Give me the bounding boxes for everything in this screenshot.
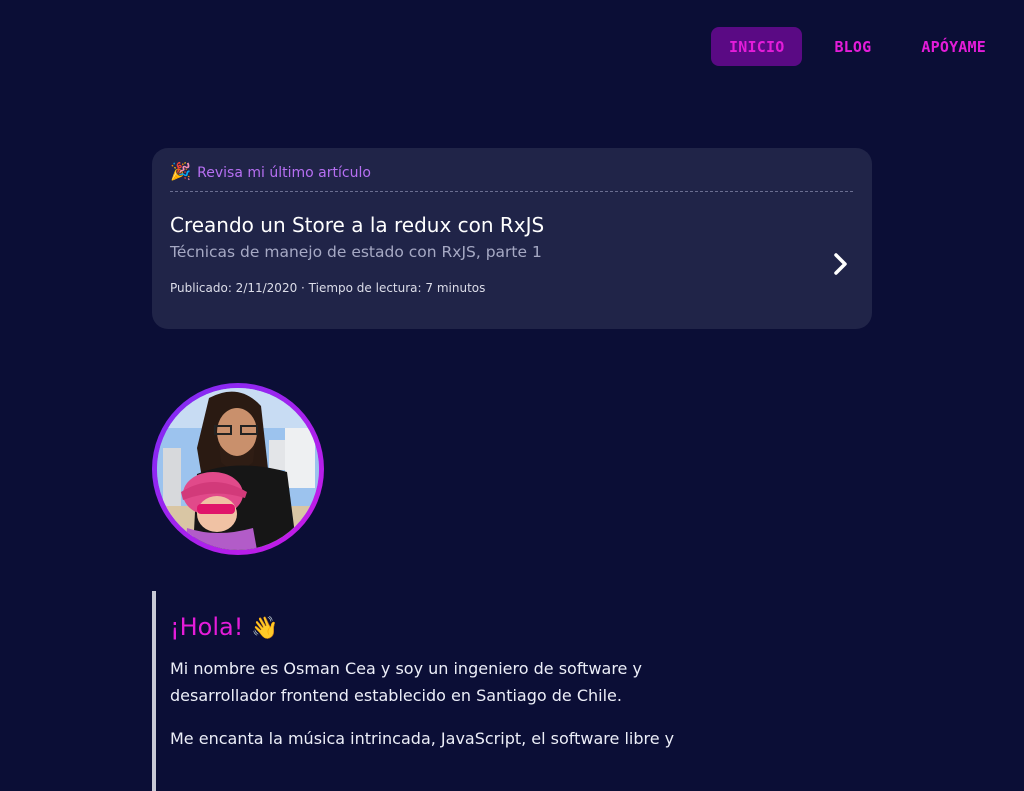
main-nav: INICIO BLOG APÓYAME (697, 27, 1004, 66)
nav-apoyame[interactable]: APÓYAME (903, 27, 1004, 66)
latest-article-meta: Publicado: 2/11/2020 · Tiempo de lectura… (170, 281, 486, 295)
greeting-heading: ¡Hola! 👋 (170, 613, 692, 641)
avatar (152, 383, 324, 555)
nav-blog[interactable]: BLOG (816, 27, 889, 66)
latest-article-subtitle: Técnicas de manejo de estado con RxJS, p… (170, 243, 542, 261)
chevron-right-icon[interactable] (832, 252, 850, 276)
intro-section: ¡Hola! 👋 Mi nombre es Osman Cea y soy un… (152, 591, 692, 791)
intro-paragraph-2: Me encanta la música intrincada, JavaScr… (170, 729, 675, 748)
latest-article-heading-label: Revisa mi último artículo (197, 164, 371, 181)
latest-article-card[interactable]: 🎉 Revisa mi último artículo Creando un S… (152, 148, 872, 329)
greeting-text: ¡Hola! (170, 613, 244, 641)
avatar-photo (157, 388, 319, 550)
party-popper-icon: 🎉 (170, 162, 192, 182)
nav-inicio[interactable]: INICIO (711, 27, 803, 66)
waving-hand-icon: 👋 (251, 616, 279, 641)
intro-paragraph-1: Mi nombre es Osman Cea y soy un ingenier… (170, 659, 642, 705)
latest-article-title[interactable]: Creando un Store a la redux con RxJS (170, 213, 854, 237)
latest-article-heading: 🎉 Revisa mi último artículo (170, 164, 853, 192)
